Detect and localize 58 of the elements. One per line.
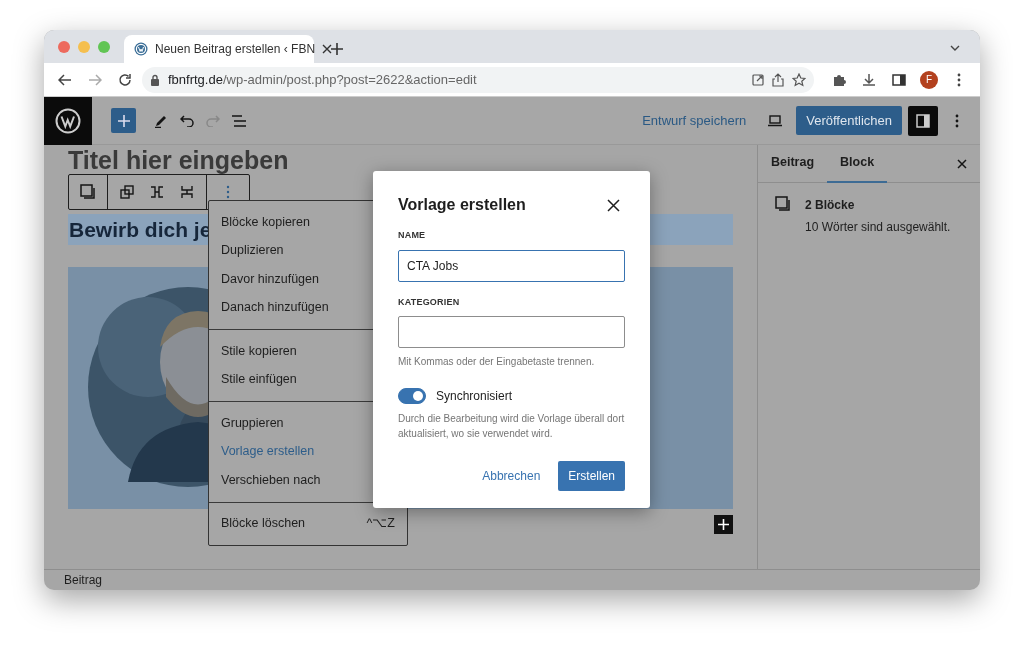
- download-icon[interactable]: [862, 72, 876, 87]
- close-icon: [606, 198, 620, 212]
- sidebar-icon[interactable]: [892, 73, 906, 86]
- add-block-button[interactable]: [714, 515, 733, 534]
- undo-icon[interactable]: [180, 114, 194, 127]
- share-icon[interactable]: [772, 72, 784, 87]
- post-title-placeholder[interactable]: Titel hier eingeben: [68, 146, 733, 174]
- laptop-icon[interactable]: [767, 114, 784, 127]
- profile-avatar[interactable]: F: [920, 70, 938, 89]
- field-label: KATEGORIEN: [398, 295, 461, 309]
- plus-icon: [718, 519, 729, 530]
- more-options-icon[interactable]: [226, 185, 230, 199]
- close-icon: [957, 158, 967, 169]
- block-description: 10 Wörter sind ausgewählt.: [805, 219, 951, 236]
- plus-icon: [117, 114, 130, 127]
- field-label: NAME: [398, 229, 427, 242]
- menu-item-label: Blöcke löschen: [221, 515, 306, 533]
- more-icon[interactable]: [955, 113, 959, 128]
- breadcrumb-link[interactable]: Beitrag: [64, 571, 103, 589]
- back-icon[interactable]: [58, 73, 72, 86]
- more-icon[interactable]: [957, 72, 961, 87]
- puzzle-icon[interactable]: [832, 72, 846, 87]
- input-field[interactable]: CTA Jobs: [398, 249, 625, 282]
- reload-icon[interactable]: [118, 72, 132, 87]
- shortcut-text: ^⌥Z: [366, 515, 395, 533]
- horizontal-arrange-icon[interactable]: [149, 186, 165, 198]
- sidebar-tab[interactable]: Beitrag: [758, 144, 828, 183]
- blocks-icon[interactable]: [80, 184, 96, 200]
- input-field[interactable]: [398, 316, 625, 348]
- toggle-switch[interactable]: [398, 388, 426, 404]
- settings-button[interactable]: [908, 105, 938, 136]
- plus-icon[interactable]: [330, 42, 344, 56]
- wordpress-icon: [134, 42, 148, 56]
- external-link-icon[interactable]: [752, 73, 764, 86]
- chevron-down-icon[interactable]: [950, 45, 960, 51]
- list-view-icon[interactable]: [231, 114, 247, 127]
- url-text: fbnfrtg.de/wp-admin/post.php?post=2622&action=edit: [168, 70, 478, 89]
- create-button[interactable]: Erstellen: [558, 461, 625, 491]
- publish-button[interactable]: Veröffentlichen: [796, 106, 902, 135]
- lock-icon: [150, 73, 160, 86]
- sidebar-icon: [916, 113, 930, 128]
- cancel-button[interactable]: Abbrechen: [472, 461, 551, 491]
- duplicate-icon[interactable]: [120, 185, 134, 199]
- dialog-title: Vorlage erstellen: [398, 195, 526, 215]
- pencil-icon[interactable]: [154, 113, 168, 128]
- block-title: 2 Blöcke: [805, 197, 856, 214]
- wordpress-logo[interactable]: [44, 96, 92, 145]
- vertical-arrange-icon[interactable]: [181, 184, 193, 200]
- close-icon[interactable]: [322, 44, 333, 54]
- address-bar[interactable]: fbnfrtg.de/wp-admin/post.php?post=2622&action=edit: [142, 66, 814, 93]
- sidebar-tab[interactable]: Block: [827, 144, 888, 183]
- tab-title: Neuen Beitrag erstellen ‹ FBN: [155, 41, 316, 58]
- menu-item[interactable]: Blöcke löschen ^⌥Z: [209, 509, 407, 538]
- help-text: Durch die Bearbeitung wird die Vorlage überall dort aktualisiert, wo sie verwendet wird.: [398, 412, 625, 441]
- star-icon[interactable]: [792, 72, 806, 87]
- help-text: Mit Kommas oder der Eingabetaste trennen.: [398, 355, 596, 369]
- blocks-icon: [775, 196, 791, 212]
- toggle-label: Synchronisiert: [436, 388, 513, 405]
